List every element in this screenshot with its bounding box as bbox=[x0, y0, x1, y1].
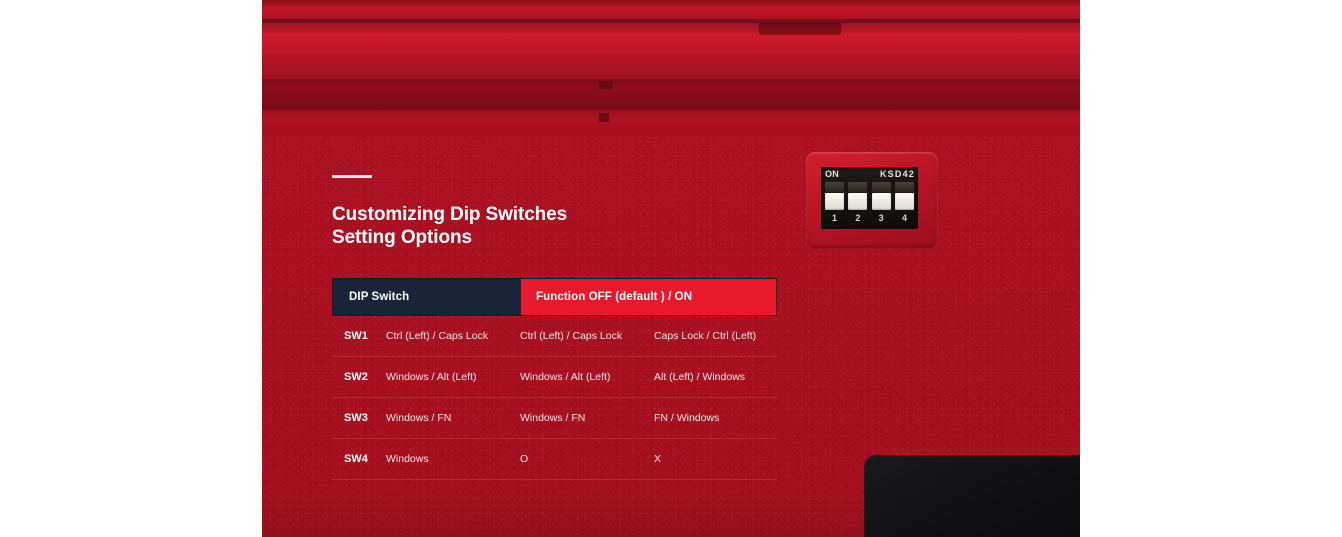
cell-off: Ctrl (Left) / Caps Lock bbox=[520, 330, 623, 342]
screenshot-root: Customizing Dip Switches Setting Options… bbox=[0, 0, 1342, 537]
case-notch-center bbox=[759, 23, 841, 35]
case-notch-left-upper bbox=[599, 81, 613, 89]
dip-toggle-3[interactable] bbox=[871, 182, 891, 212]
dip-toggle-1-lever[interactable] bbox=[825, 193, 844, 210]
cell-off: O bbox=[520, 453, 529, 465]
cell-off: Windows / FN bbox=[520, 412, 586, 424]
table-row: SW1 Ctrl (Left) / Caps Lock Ctrl (Left) … bbox=[332, 316, 777, 357]
dip-on-label: ON bbox=[825, 169, 840, 179]
cell-on: Caps Lock / Ctrl (Left) bbox=[654, 330, 757, 342]
dip-toggle-4-slot bbox=[894, 182, 914, 192]
dip-toggle-3-lever[interactable] bbox=[871, 193, 891, 210]
cell-on: X bbox=[654, 453, 662, 465]
dip-number-1: 1 bbox=[831, 213, 837, 223]
cell-on: Alt (Left) / Windows bbox=[654, 371, 746, 383]
table-row: SW2 Windows / Alt (Left) Windows / Alt (… bbox=[332, 357, 777, 398]
cell-function: Windows / FN bbox=[386, 412, 452, 424]
cell-on: FN / Windows bbox=[654, 412, 720, 424]
case-band-6 bbox=[262, 55, 1080, 79]
heading-accent-rule bbox=[332, 175, 372, 178]
dip-toggle-2[interactable] bbox=[848, 182, 868, 212]
dip-switch-numbers: 1 2 3 4 bbox=[825, 213, 914, 223]
case-band-2 bbox=[262, 7, 1080, 19]
dip-toggle-4[interactable] bbox=[894, 182, 914, 212]
table-row: SW4 Windows O X bbox=[332, 439, 777, 480]
dip-toggle-4-lever[interactable] bbox=[894, 193, 914, 210]
case-band-7 bbox=[262, 79, 1080, 88]
cell-switch: SW1 bbox=[344, 330, 368, 342]
cell-function: Windows / Alt (Left) bbox=[386, 371, 477, 383]
case-band-4 bbox=[262, 23, 1080, 33]
case-band-1 bbox=[262, 0, 1080, 7]
case-band-10 bbox=[262, 122, 1080, 136]
page-title-line-2: Setting Options bbox=[332, 227, 472, 248]
table-row: SW3 Windows / FN Windows / FN FN / Windo… bbox=[332, 398, 777, 439]
table-header-row: DIP Switch Function OFF (default ) / ON bbox=[332, 278, 777, 316]
dip-number-3: 3 bbox=[878, 213, 884, 223]
cell-switch: SW4 bbox=[344, 453, 368, 465]
dip-number-4: 4 bbox=[901, 213, 907, 223]
dip-toggle-2-slot bbox=[848, 182, 868, 192]
dip-switch-module[interactable]: ON KSD42 1 2 3 4 bbox=[821, 167, 918, 229]
page-title-line-1: Customizing Dip Switches bbox=[332, 204, 568, 225]
dip-toggle-1[interactable] bbox=[825, 182, 844, 212]
cell-function: Ctrl (Left) / Caps Lock bbox=[386, 330, 489, 342]
case-band-9 bbox=[262, 110, 1080, 122]
dip-switch-toggles[interactable] bbox=[825, 182, 914, 212]
dip-code-label: KSD42 bbox=[879, 169, 915, 179]
cell-switch: SW2 bbox=[344, 371, 368, 383]
case-band-8 bbox=[262, 88, 1080, 110]
cell-function: Windows bbox=[386, 453, 429, 465]
dip-toggle-3-slot bbox=[871, 182, 891, 192]
cell-switch: SW3 bbox=[344, 412, 368, 424]
dip-toggle-2-lever[interactable] bbox=[848, 193, 868, 210]
case-band-5 bbox=[262, 33, 1080, 55]
dip-switch-table: DIP Switch Function OFF (default ) / ON … bbox=[332, 278, 777, 480]
case-notch-left-lower bbox=[599, 113, 609, 122]
dip-number-2: 2 bbox=[855, 213, 861, 223]
dip-toggle-1-slot bbox=[825, 182, 844, 192]
page-title: Customizing Dip Switches Setting Options bbox=[332, 203, 852, 249]
table-header-function: Function OFF (default ) / ON bbox=[521, 279, 776, 315]
table-header-dip-switch: DIP Switch bbox=[333, 279, 521, 315]
cell-off: Windows / Alt (Left) bbox=[520, 371, 611, 383]
dark-keycap-pad bbox=[864, 455, 1080, 537]
